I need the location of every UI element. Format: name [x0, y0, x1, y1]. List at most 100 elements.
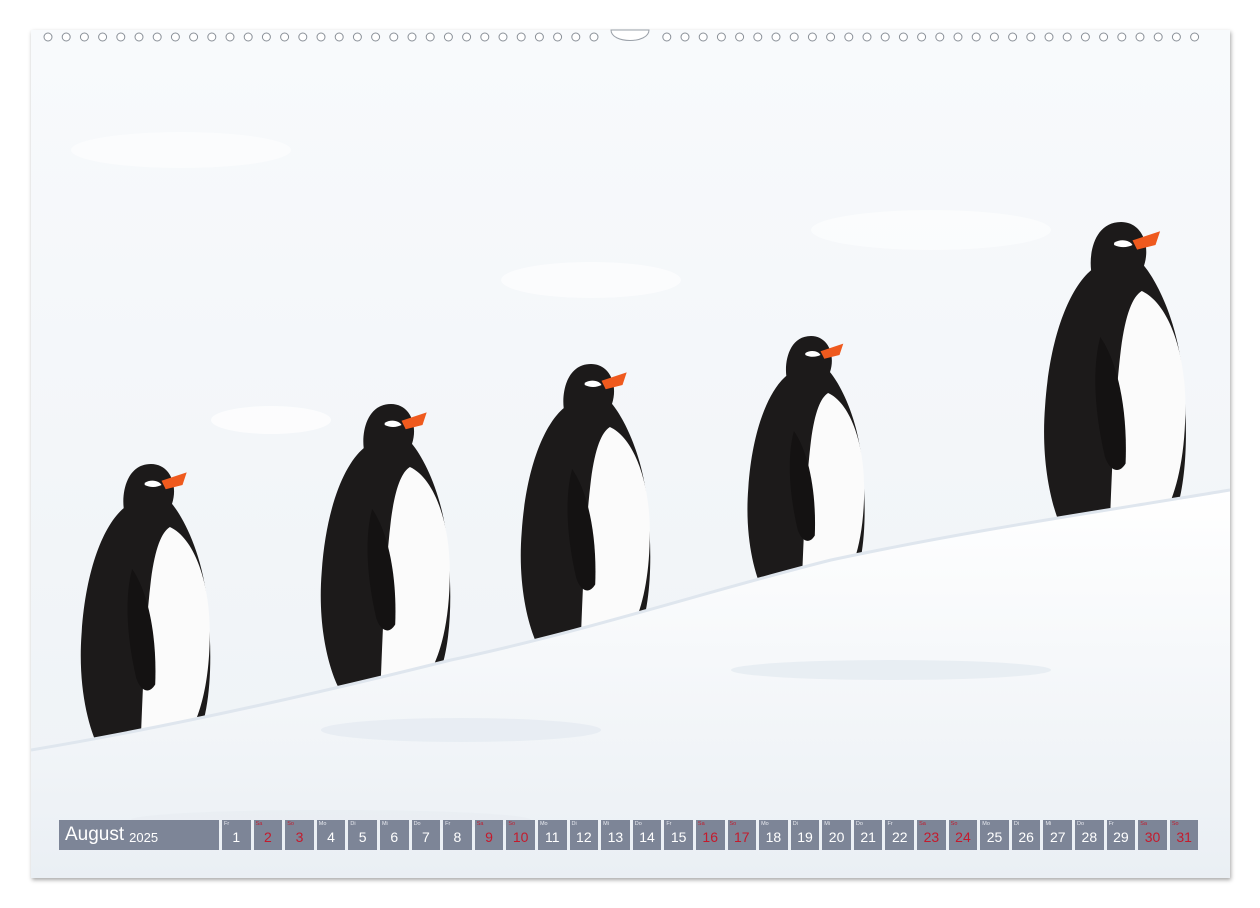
- binding-ring: [462, 32, 472, 42]
- day-weekday: So: [729, 821, 737, 827]
- day-cell: Mo 18: [759, 820, 788, 850]
- binding-ring: [352, 32, 362, 42]
- spiral-binding-icon: [43, 29, 1200, 42]
- binding-ring: [334, 32, 344, 42]
- day-number: 31: [1176, 829, 1192, 845]
- day-number: 16: [702, 829, 718, 845]
- binding-ring: [1171, 32, 1181, 42]
- month-label: August 2025: [59, 820, 219, 850]
- day-weekday: Sa: [919, 821, 926, 827]
- binding-ring: [425, 32, 435, 42]
- binding-ring: [43, 32, 53, 42]
- day-cell: Mi 13: [601, 820, 630, 850]
- binding-ring: [98, 32, 108, 42]
- binding-ring: [152, 32, 162, 42]
- day-weekday: Mi: [381, 821, 388, 827]
- day-number: 9: [485, 829, 493, 845]
- day-cell: Di 26: [1011, 820, 1041, 850]
- binding-ring: [1135, 32, 1145, 42]
- day-number: 20: [828, 829, 845, 845]
- day-number: 1: [232, 829, 241, 845]
- day-number: 12: [576, 829, 592, 845]
- binding-ring: [880, 32, 890, 42]
- day-weekday: Sa: [476, 821, 484, 827]
- day-number: 14: [639, 829, 655, 845]
- day-cell: Do 28: [1075, 820, 1104, 850]
- day-weekday: Mi: [824, 821, 831, 827]
- day-weekday: Sa: [1140, 821, 1147, 827]
- day-number: 2: [263, 829, 272, 845]
- day-weekday: Mi: [603, 821, 609, 827]
- binding-ring: [534, 32, 544, 42]
- day-weekday: Do: [855, 821, 863, 827]
- day-cell: Fr 22: [885, 820, 915, 850]
- day-number: 3: [295, 829, 304, 845]
- binding-ring: [1026, 32, 1036, 42]
- binding-ring: [480, 32, 490, 42]
- binding-ring: [1008, 32, 1018, 42]
- binding-ring: [79, 32, 89, 42]
- day-cell: So 10: [506, 820, 535, 850]
- binding-ring: [134, 32, 144, 42]
- day-number: 6: [390, 829, 399, 845]
- binding-ring: [753, 32, 763, 42]
- day-number: 21: [860, 829, 876, 845]
- day-weekday: Do: [634, 821, 642, 827]
- binding-ring: [844, 32, 854, 42]
- binding-ring: [917, 32, 927, 42]
- binding-ring: [662, 32, 672, 42]
- binding-ring: [862, 32, 872, 42]
- binding-ring: [807, 32, 817, 42]
- binding-ring: [371, 32, 381, 42]
- day-cell: Do 7: [411, 820, 441, 850]
- binding-ring: [1080, 32, 1090, 42]
- day-number: 8: [453, 829, 462, 845]
- binding-ring: [953, 32, 963, 42]
- day-cell: Di 5: [348, 820, 377, 850]
- day-number: 7: [421, 829, 430, 845]
- day-cell: Sa 9: [474, 820, 504, 850]
- day-weekday: Fr: [887, 821, 893, 827]
- binding-ring: [280, 32, 290, 42]
- binding-ring: [298, 32, 308, 42]
- day-number: 10: [512, 829, 529, 845]
- binding-ring: [589, 32, 599, 42]
- day-number: 24: [955, 829, 971, 845]
- day-cell: Di 12: [569, 820, 599, 850]
- binding-ring: [261, 32, 271, 42]
- day-number: 27: [1049, 829, 1066, 845]
- binding-ring: [389, 32, 399, 42]
- binding-ring: [935, 32, 945, 42]
- day-cell: Sa 2: [253, 820, 283, 850]
- day-weekday: Mo: [982, 821, 990, 827]
- binding-ring: [789, 32, 799, 42]
- day-cells: Fr 1 Sa 2 So 3 Mo 4 Di 5 Mi 6 Do 7 Fr 8 Sa 9 So 10 Mo 11 Di 12 M…: [222, 820, 1199, 850]
- day-weekday: Sa: [255, 821, 263, 827]
- day-cell: So 17: [727, 820, 757, 850]
- binding-ring: [826, 32, 836, 42]
- day-cell: So 24: [948, 820, 978, 850]
- binding-ring: [61, 32, 71, 42]
- day-weekday: So: [287, 821, 294, 827]
- binding-ring: [189, 32, 199, 42]
- binding-ring: [989, 32, 999, 42]
- day-cell: Fr 15: [664, 820, 693, 850]
- day-cell: Mo 25: [980, 820, 1009, 850]
- day-weekday: So: [950, 821, 958, 827]
- month-name: August: [65, 824, 125, 845]
- day-weekday: Do: [1077, 821, 1085, 827]
- day-cell: Mi 20: [822, 820, 851, 850]
- binding-ring: [771, 32, 781, 42]
- day-number: 28: [1081, 829, 1098, 845]
- day-weekday: So: [508, 821, 516, 827]
- day-number: 22: [891, 829, 908, 845]
- day-weekday: Sa: [697, 821, 705, 827]
- binding-ring: [1062, 32, 1072, 42]
- binding-ring: [716, 32, 726, 42]
- binding-ring: [407, 32, 417, 42]
- penguin-photo: [31, 30, 1230, 878]
- binding-ring: [971, 32, 981, 42]
- day-cell: Fr 8: [443, 820, 472, 850]
- binding-ring: [1099, 32, 1109, 42]
- binding-ring: [1117, 32, 1127, 42]
